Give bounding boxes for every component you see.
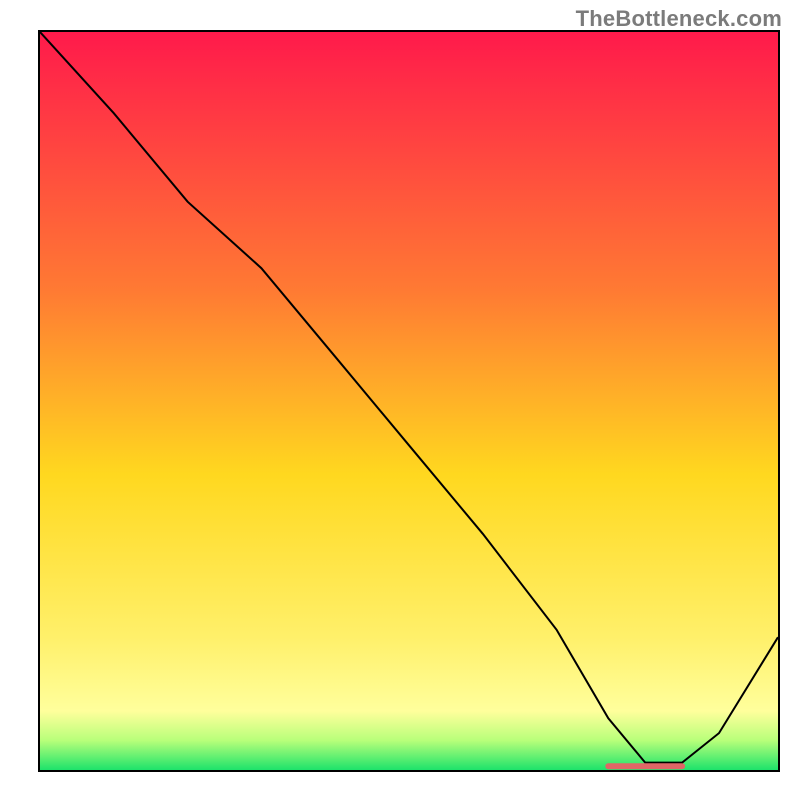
chart-svg xyxy=(40,32,778,770)
gradient-background xyxy=(40,32,778,770)
chart-container: TheBottleneck.com xyxy=(0,0,800,800)
watermark-text: TheBottleneck.com xyxy=(576,6,782,32)
plot-area xyxy=(38,30,780,772)
